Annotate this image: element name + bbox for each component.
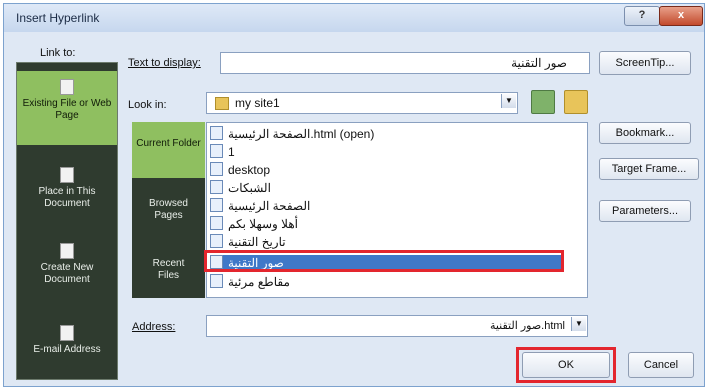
close-button[interactable]: x <box>659 6 703 26</box>
look-in-label: Look in: <box>128 99 167 111</box>
list-item[interactable]: 1 <box>210 144 235 159</box>
browse-web-icon[interactable] <box>531 90 555 114</box>
text-to-display-input[interactable]: صور التقنية <box>220 52 590 74</box>
file-name: الصفحة الرئيسية.html (open) <box>228 127 375 141</box>
list-item[interactable]: الصفحة الرئيسية.html (open) <box>210 126 374 141</box>
list-item[interactable]: مقاطع مرئية <box>210 274 290 289</box>
title-bar: Insert Hyperlink ? x <box>4 4 704 32</box>
help-button[interactable]: ? <box>624 6 660 26</box>
link-to-bar: Existing File or Web Page Place in This … <box>16 62 118 380</box>
file-icon <box>210 144 223 158</box>
file-name: desktop <box>228 163 271 177</box>
target-frame-button[interactable]: Target Frame... <box>599 158 699 180</box>
link-to-item-label: Place in This Document <box>38 186 96 209</box>
list-item[interactable]: تاريخ التقنية <box>210 234 286 249</box>
link-to-label: Link to: <box>40 47 76 59</box>
address-input[interactable]: صور التقنية.html ▼ <box>206 315 588 337</box>
current-folder-button[interactable]: Current Folder <box>132 122 205 178</box>
list-item[interactable]: الصفحة الرئيسية <box>210 198 310 213</box>
file-icon <box>210 180 223 194</box>
link-to-existing-file[interactable]: Existing File or Web Page <box>17 71 117 145</box>
link-to-item-label: E-mail Address <box>33 344 101 355</box>
chevron-down-icon[interactable]: ▼ <box>571 317 586 331</box>
html-file-icon <box>210 274 223 288</box>
link-to-item-label: Existing File or Web Page <box>22 98 112 121</box>
document-icon <box>60 167 74 183</box>
recent-files-button[interactable]: Recent Files <box>132 258 205 282</box>
file-name: أهلا وسهلا بكم <box>228 217 298 231</box>
text-to-display-value: صور التقنية <box>511 56 567 70</box>
parameters-button[interactable]: Parameters... <box>599 200 691 222</box>
chevron-down-icon[interactable]: ▼ <box>501 94 516 108</box>
look-in-bar: Current Folder Browsed Pages Recent File… <box>132 122 205 298</box>
text-to-display-label: Text to display: <box>128 57 201 69</box>
browsed-pages-button[interactable]: Browsed Pages <box>132 198 205 222</box>
list-item[interactable]: أهلا وسهلا بكم <box>210 216 298 231</box>
file-icon <box>210 162 223 176</box>
email-icon <box>60 325 74 341</box>
browse-file-icon[interactable] <box>564 90 588 114</box>
html-file-icon <box>210 234 223 248</box>
link-to-item-label: Create New Document <box>40 262 94 285</box>
folder-icon <box>215 97 229 110</box>
html-file-icon <box>210 126 223 140</box>
link-to-place-in-document[interactable]: Place in This Document <box>17 167 117 210</box>
insert-hyperlink-dialog: Insert Hyperlink ? x Link to: Existing F… <box>3 3 705 387</box>
file-name: تاريخ التقنية <box>228 235 286 249</box>
new-document-icon <box>60 243 74 259</box>
address-value: صور التقنية.html <box>489 320 565 332</box>
web-page-icon <box>60 79 74 95</box>
list-item[interactable]: الشبكات <box>210 180 271 195</box>
link-to-create-new-document[interactable]: Create New Document <box>17 243 117 286</box>
ok-button-highlight <box>516 347 616 383</box>
file-name: الشبكات <box>228 181 271 195</box>
dialog-title: Insert Hyperlink <box>16 11 100 25</box>
file-name: الصفحة الرئيسية <box>228 199 311 213</box>
file-name: 1 <box>228 145 235 159</box>
selected-file-highlight <box>204 250 564 272</box>
cancel-button[interactable]: Cancel <box>628 352 694 378</box>
file-name: مقاطع مرئية <box>228 275 290 289</box>
list-item[interactable]: desktop <box>210 162 270 177</box>
look-in-select[interactable]: my site1 ▼ <box>206 92 518 114</box>
look-in-value: my site1 <box>235 96 280 110</box>
html-file-icon <box>210 198 223 212</box>
file-icon <box>210 216 223 230</box>
bookmark-button[interactable]: Bookmark... <box>599 122 691 144</box>
screentip-button[interactable]: ScreenTip... <box>599 51 691 75</box>
address-label: Address: <box>132 321 176 333</box>
link-to-email-address[interactable]: E-mail Address <box>17 325 117 356</box>
